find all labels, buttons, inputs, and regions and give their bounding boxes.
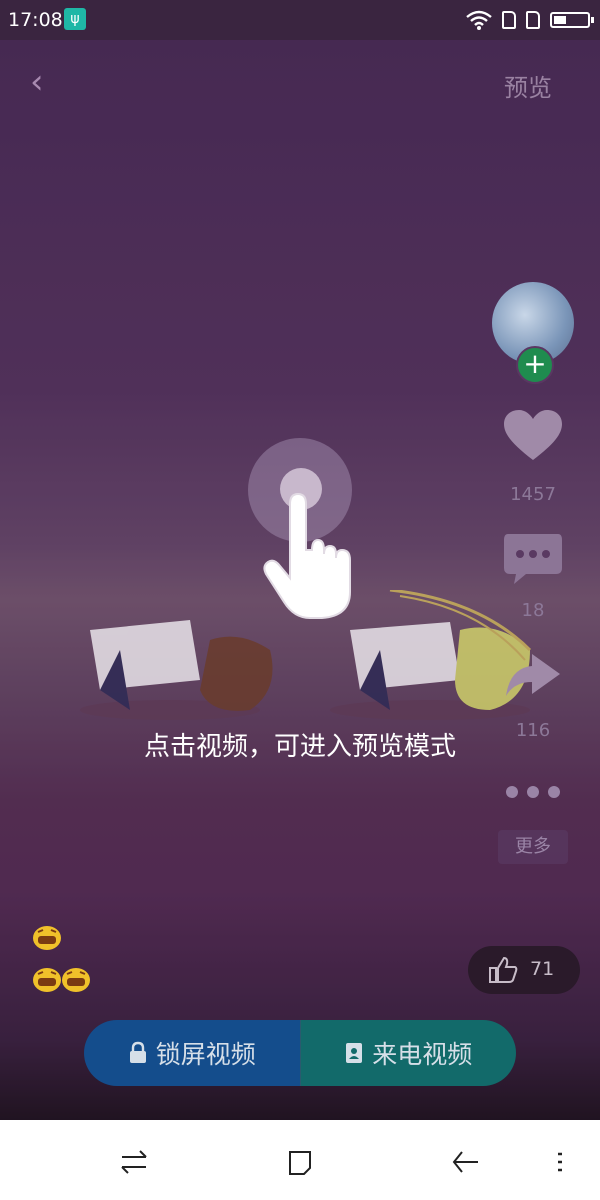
home-square-icon[interactable] — [282, 1144, 318, 1180]
follow-plus-icon[interactable]: + — [516, 346, 554, 384]
status-bar: 17:08 ψ — [0, 0, 600, 40]
comment-count: 18 — [521, 600, 545, 621]
battery-icon — [550, 12, 594, 28]
laughing-emoji-pair-icon — [33, 968, 90, 992]
laughing-emoji-icon — [33, 926, 61, 950]
lockscreen-video-label: 锁屏视频 — [155, 1040, 256, 1069]
status-icons — [466, 8, 594, 32]
lockscreen-video-button[interactable]: 锁屏视频 — [84, 1020, 300, 1086]
thumbs-up-icon — [489, 956, 518, 983]
share-icon[interactable] — [502, 646, 564, 702]
comment-icon[interactable] — [502, 530, 564, 586]
more-button[interactable]: 更多 — [498, 830, 568, 864]
lock-icon — [129, 1041, 146, 1063]
switch-arrows-icon[interactable] — [116, 1144, 152, 1180]
phone-contact-icon — [346, 1043, 363, 1063]
call-video-label: 来电视频 — [372, 1040, 473, 1069]
heart-icon[interactable] — [502, 408, 564, 464]
preview-button[interactable]: 预览 — [504, 68, 552, 103]
wifi-icon — [466, 10, 492, 30]
set-video-actions: 锁屏视频 来电视频 — [84, 1020, 516, 1086]
thumbs-up-button[interactable]: 71 — [468, 946, 580, 994]
pointing-hand-icon — [263, 492, 351, 619]
more-dots-icon[interactable] — [506, 786, 560, 802]
sim2-icon — [526, 11, 540, 29]
call-video-button[interactable]: 来电视频 — [299, 1020, 516, 1086]
tap-hint-text: 点击视频，可进入预览模式 — [143, 732, 456, 762]
back-arrow-icon[interactable] — [448, 1144, 484, 1180]
menu-dots-icon[interactable] — [550, 1144, 570, 1180]
status-time: 17:08 — [8, 9, 63, 31]
back-chevron-icon[interactable]: ‹ — [30, 64, 54, 100]
system-navigation-bar — [0, 1120, 600, 1200]
thumbs-up-count: 71 — [530, 958, 555, 980]
usb-icon: ψ — [64, 8, 86, 30]
like-count: 1457 — [510, 484, 556, 505]
video-preview[interactable]: ‹ 预览 + 1457 18 116 更多 点击视频，可进入预览模式 71 锁屏… — [0, 40, 600, 1120]
sim1-icon — [502, 11, 516, 29]
